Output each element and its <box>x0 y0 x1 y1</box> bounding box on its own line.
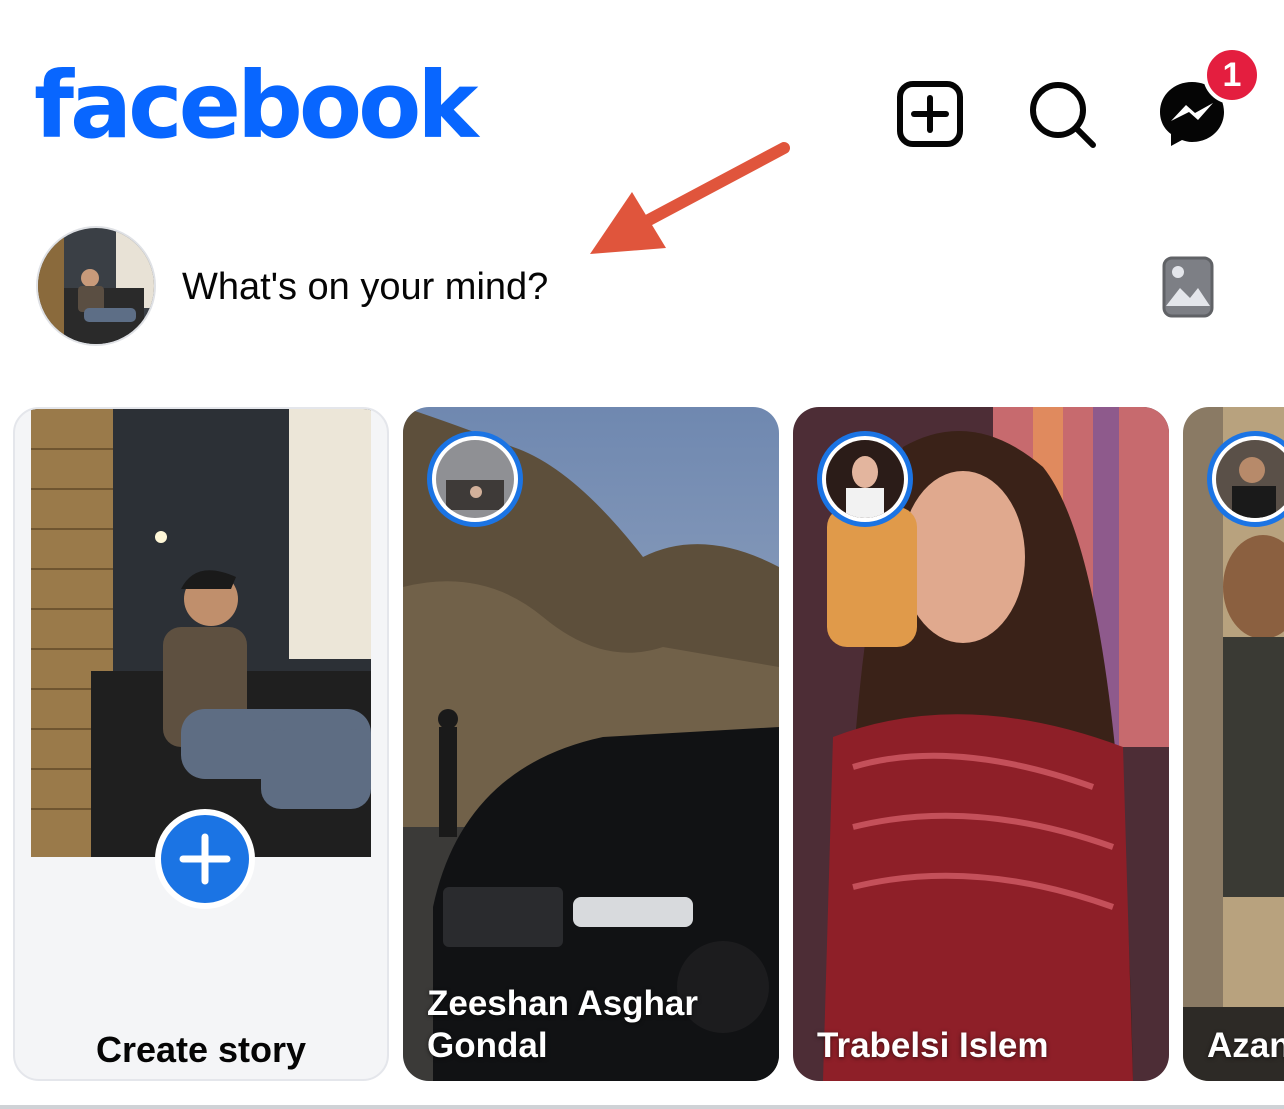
plus-square-icon <box>897 81 963 147</box>
search-button[interactable] <box>1026 78 1098 150</box>
story-card[interactable]: Azan <box>1183 407 1284 1081</box>
facebook-home: facebook 1 What's on your mind? Create s… <box>0 0 1284 1109</box>
create-story-plus-button[interactable] <box>155 809 255 909</box>
messenger-badge: 1 <box>1203 46 1261 104</box>
search-icon <box>1030 82 1096 148</box>
create-story-card[interactable]: Create story <box>13 407 389 1081</box>
story-author-name: Zeeshan Asghar Gondal <box>427 984 699 1065</box>
composer-prompt[interactable]: What's on your mind? <box>182 266 548 309</box>
user-avatar[interactable] <box>36 226 156 346</box>
plus-icon <box>179 833 231 885</box>
story-author-name: Azan <box>1207 1026 1284 1065</box>
photo-button[interactable] <box>1160 254 1216 320</box>
annotation-arrow-icon <box>590 142 790 254</box>
divider <box>0 1105 1284 1109</box>
story-avatar <box>817 431 913 527</box>
create-post-button[interactable] <box>894 78 966 150</box>
photo-icon <box>1162 256 1214 318</box>
create-story-label: Create story <box>95 1029 307 1070</box>
facebook-logo[interactable]: facebook <box>34 60 478 152</box>
story-author-name: Trabelsi Islem <box>817 1026 1049 1065</box>
story-avatar <box>427 431 523 527</box>
create-story-photo <box>31 409 371 857</box>
story-card[interactable]: Zeeshan Asghar Gondal <box>403 407 779 1081</box>
story-card[interactable]: Trabelsi Islem <box>793 407 1169 1081</box>
